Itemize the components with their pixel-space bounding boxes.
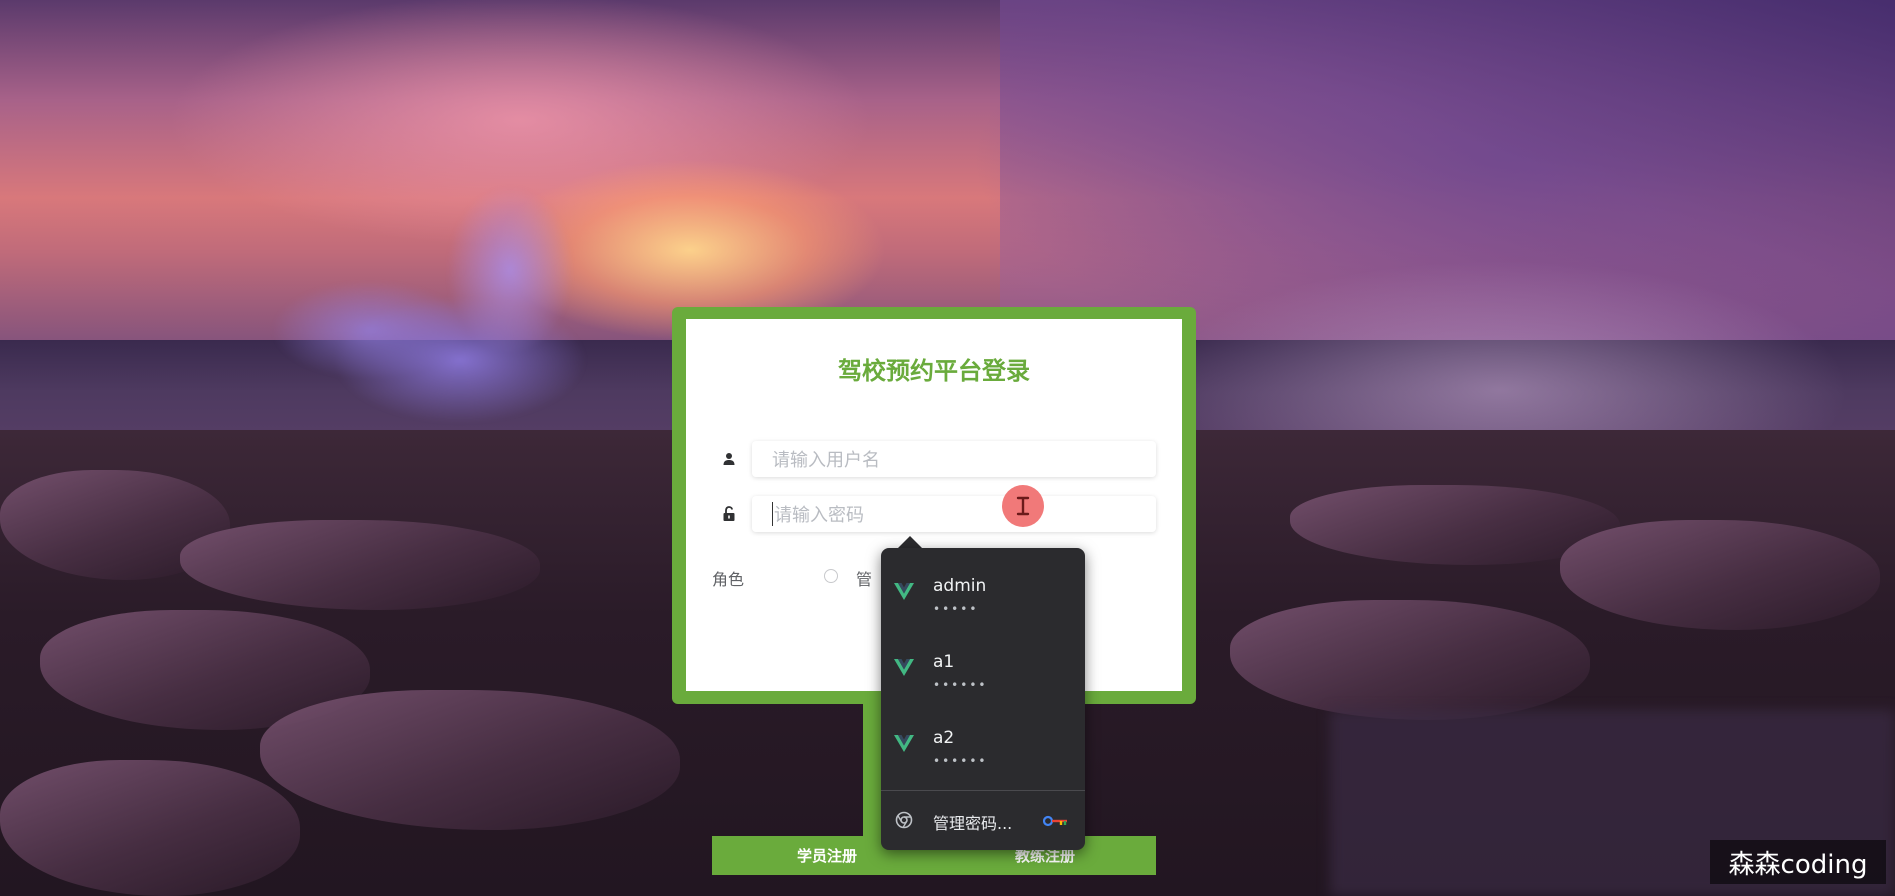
password-placeholder: 请输入密码 [774, 505, 864, 526]
student-register-button[interactable]: 学员注册 [752, 836, 902, 875]
username-input[interactable]: 请输入用户名 [752, 441, 1156, 477]
saved-username: a2 [933, 728, 955, 748]
saved-password-mask: •••••• [933, 754, 988, 768]
role-label: 角色 [712, 570, 745, 589]
page-title: 驾校预约平台登录 [838, 357, 1030, 385]
saved-password-dropdown: admin ••••• a1 •••••• a2 •••••• 管理密码... [881, 548, 1085, 850]
password-input[interactable]: 请输入密码 [752, 496, 1156, 532]
saved-password-item[interactable]: a1 •••••• [881, 636, 1085, 706]
vue-logo-icon [894, 583, 914, 600]
text-caret [772, 502, 773, 526]
saved-password-item[interactable]: a2 •••••• [881, 712, 1085, 782]
manage-passwords-label: 管理密码... [933, 814, 1013, 833]
role-radio[interactable] [824, 569, 838, 583]
manage-passwords-item[interactable]: 管理密码... [881, 798, 1085, 842]
dropdown-arrow [898, 536, 922, 548]
watermark: 森森coding [1710, 840, 1886, 884]
key-icon [1043, 815, 1067, 827]
saved-password-item[interactable]: admin ••••• [881, 560, 1085, 630]
vue-logo-icon [894, 735, 914, 752]
saved-password-mask: ••••• [933, 602, 979, 616]
background-wave-splash [250, 180, 670, 440]
role-option-label[interactable]: 管 [856, 566, 872, 590]
text-cursor-icon [1002, 485, 1044, 527]
lock-icon [720, 505, 738, 523]
user-icon [720, 450, 738, 468]
vue-logo-icon [894, 659, 914, 676]
chrome-icon [895, 811, 913, 829]
saved-username: a1 [933, 652, 955, 672]
register-connector [863, 700, 883, 840]
dropdown-divider [881, 790, 1085, 791]
username-placeholder: 请输入用户名 [772, 450, 880, 471]
saved-username: admin [933, 576, 987, 596]
login-page: 驾校预约平台登录 请输入用户名 请输入密码 角色 管 学员注册 教练注册 adm… [0, 0, 1895, 896]
saved-password-mask: •••••• [933, 678, 988, 692]
